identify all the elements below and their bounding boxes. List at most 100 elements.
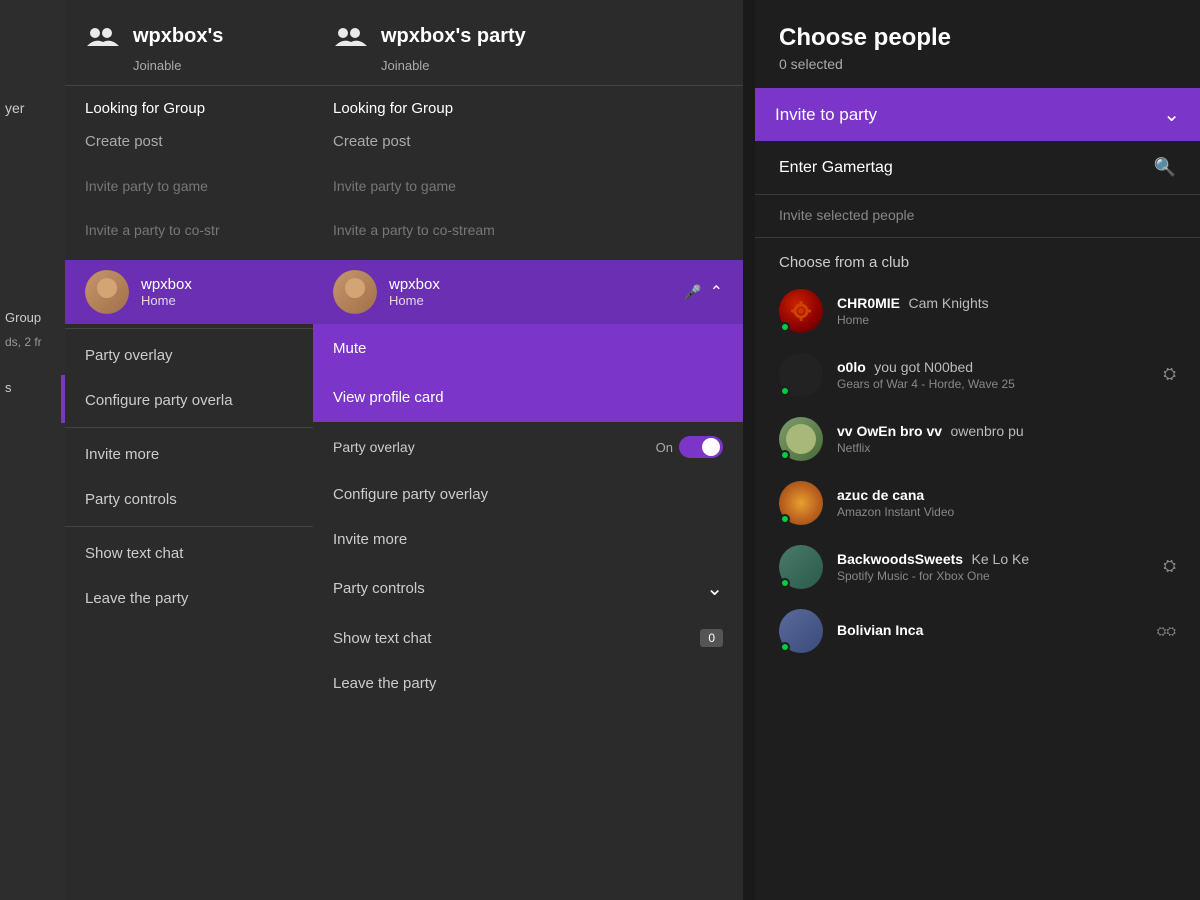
show-text-chat-1[interactable]: Show text chat	[65, 531, 313, 576]
selected-count: 0 selected	[779, 56, 1176, 72]
show-text-chat-2[interactable]: Show text chat 0	[313, 615, 743, 661]
online-dot-azuc	[780, 514, 790, 524]
invite-party-game-label-1: Invite party to game	[85, 178, 208, 194]
friend-club-chromie: Cam Knights	[908, 295, 988, 311]
avatar-vvowen	[779, 417, 823, 461]
toggle-on-text: On	[656, 440, 673, 455]
configure-overlay-2[interactable]: Configure party overlay	[313, 472, 743, 517]
partial-text-group: Group	[5, 310, 41, 325]
lfg-label-1: Looking for Group	[85, 100, 205, 117]
party-controls-1[interactable]: Party controls	[65, 477, 313, 522]
party-overlay-row-2[interactable]: Party overlay On	[313, 422, 743, 472]
create-post-label-1: Create post	[85, 133, 163, 150]
member-name-1: wpxbox	[141, 276, 293, 293]
party-controls-label-2: Party controls	[333, 580, 425, 597]
friend-item-backwoods[interactable]: BackwoodsSweets Ke Lo Ke Spotify Music -…	[755, 535, 1200, 599]
party-controls-2[interactable]: Party controls	[313, 562, 743, 615]
member-name-2: wpxbox	[389, 276, 672, 293]
friend-secondary-backwoods: Ke Lo Ke	[972, 551, 1030, 567]
panel-2-title: wpxbox's party	[381, 25, 526, 48]
online-dot-backwoods	[780, 578, 790, 588]
invite-more-1[interactable]: Invite more	[65, 432, 313, 477]
people-icon-1	[87, 20, 119, 52]
friend-info-azuc: azuc de cana Amazon Instant Video	[837, 487, 1176, 519]
divider-3	[65, 526, 313, 527]
friend-secondary-vvowen: owenbro pu	[951, 423, 1024, 439]
view-profile-item[interactable]: View profile card	[313, 373, 743, 422]
member-info-1: wpxbox Home	[141, 276, 293, 308]
friend-name-backwoods: BackwoodsSweets	[837, 551, 963, 567]
friend-name-azuc: azuc de cana	[837, 487, 924, 503]
invite-costream-2[interactable]: Invite a party to co-stream	[313, 208, 743, 252]
friend-item-chromie[interactable]: CHR0MIE Cam Knights Home	[755, 279, 1200, 343]
partial-text-friends: ds, 2 fr	[5, 335, 42, 349]
member-status-1: Home	[141, 293, 293, 308]
party-overlay-label-1: Party overlay	[85, 347, 173, 364]
invite-party-game-2[interactable]: Invite party to game	[313, 164, 743, 208]
friend-activity-backwoods: Spotify Music - for Xbox One	[837, 569, 1149, 583]
member-row-2[interactable]: wpxbox Home 🎤	[313, 260, 743, 324]
friend-item-azuc[interactable]: azuc de cana Amazon Instant Video	[755, 471, 1200, 535]
party-controls-label-1: Party controls	[85, 491, 177, 508]
lfg-label-2: Looking for Group	[333, 100, 453, 117]
invite-more-label-1: Invite more	[85, 446, 159, 463]
create-post-1[interactable]: Create post	[65, 131, 313, 164]
leave-party-1[interactable]: Leave the party	[65, 576, 313, 621]
friend-name-chromie: CHR0MIE	[837, 295, 900, 311]
show-text-chat-label-1: Show text chat	[85, 545, 183, 562]
toggle-track[interactable]	[679, 436, 723, 458]
online-dot-bolivian	[780, 642, 790, 652]
view-profile-label: View profile card	[333, 389, 444, 406]
avatar-o0lo	[779, 353, 823, 397]
friend-name-o0lo: o0lo	[837, 359, 866, 375]
friend-info-vvowen: vv OwEn bro vv owenbro pu Netflix	[837, 423, 1176, 455]
member-row-1[interactable]: wpxbox Home	[65, 260, 313, 324]
leave-party-label-2: Leave the party	[333, 675, 436, 692]
invite-costream-1[interactable]: Invite a party to co-str	[65, 208, 313, 252]
invite-dropdown[interactable]: Invite to party	[755, 88, 1200, 141]
friend-item-bolivian[interactable]: Bolivian Inca ⛭⛭	[755, 599, 1200, 663]
create-post-label-2: Create post	[333, 133, 411, 150]
configure-overlay-1[interactable]: Configure party overla	[65, 378, 313, 423]
member-status-2: Home	[389, 293, 672, 308]
gamertag-row[interactable]: Enter Gamertag 🔍	[755, 141, 1200, 195]
panel-2: wpxbox's party Joinable Looking for Grou…	[313, 0, 743, 900]
toggle-switch[interactable]: On	[656, 436, 723, 458]
avatar-chromie	[779, 289, 823, 333]
club-section-title: Choose from a club	[755, 238, 1200, 279]
invite-more-label-2: Invite more	[333, 531, 407, 548]
leave-party-2[interactable]: Leave the party	[313, 661, 743, 706]
divider-1	[65, 328, 313, 329]
panel-1-header: wpxbox's Joinable	[65, 0, 313, 86]
invite-more-2[interactable]: Invite more	[313, 517, 743, 562]
lfg-item-1[interactable]: Looking for Group	[65, 86, 313, 131]
create-post-2[interactable]: Create post	[313, 131, 743, 164]
avatar-bolivian	[779, 609, 823, 653]
lfg-item-2[interactable]: Looking for Group	[313, 86, 743, 131]
gamertag-label: Enter Gamertag	[779, 159, 893, 177]
invite-party-game-label-2: Invite party to game	[333, 178, 456, 194]
mute-item[interactable]: Mute	[313, 324, 743, 373]
friend-item-o0lo[interactable]: o0lo you got N00bed Gears of War 4 - Hor…	[755, 343, 1200, 407]
action-icon-bolivian: ⛭⛭	[1157, 624, 1176, 639]
action-icon-backwoods: ⛭	[1163, 558, 1176, 576]
invite-selected-row[interactable]: Invite selected people	[755, 195, 1200, 238]
friend-item-vvowen[interactable]: vv OwEn bro vv owenbro pu Netflix	[755, 407, 1200, 471]
avatar-face-1	[85, 270, 129, 314]
invite-costream-label-2: Invite a party to co-stream	[333, 222, 495, 238]
search-icon[interactable]: 🔍	[1154, 157, 1176, 178]
friend-name-vvowen: vv OwEn bro vv	[837, 423, 942, 439]
divider-2	[65, 427, 313, 428]
invite-party-game-1[interactable]: Invite party to game	[65, 164, 313, 208]
friends-list: CHR0MIE Cam Knights Home o0lo you got N0…	[755, 279, 1200, 663]
gears-icon-chromie	[787, 297, 815, 325]
right-header: Choose people 0 selected	[755, 0, 1200, 88]
party-overlay-label-2: Party overlay	[333, 439, 415, 455]
party-overlay-1[interactable]: Party overlay	[65, 333, 313, 378]
panel-right: Choose people 0 selected Invite to party…	[755, 0, 1200, 900]
friend-info-chromie: CHR0MIE Cam Knights Home	[837, 295, 1176, 327]
chevron-up-icon[interactable]	[710, 282, 723, 302]
panel-1-status: Joinable	[133, 58, 293, 73]
chevron-down-controls	[706, 576, 723, 601]
panel-1: wpxbox's Joinable Looking for Group Crea…	[65, 0, 313, 900]
